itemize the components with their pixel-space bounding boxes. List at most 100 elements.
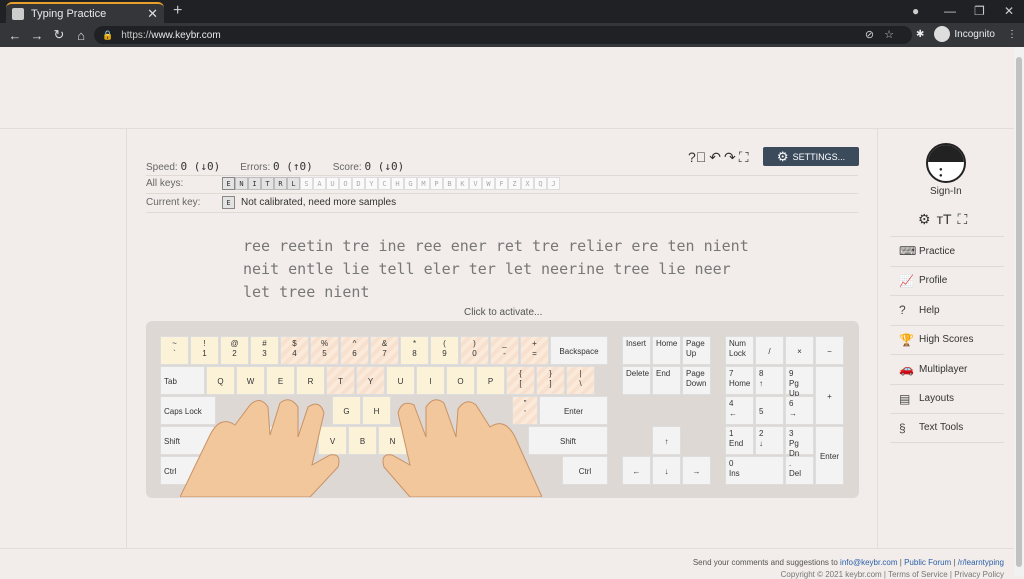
privacy-link[interactable]: Privacy Policy bbox=[954, 570, 1004, 579]
key-8[interactable]: * 8 bbox=[400, 336, 429, 365]
extensions-icon[interactable]: ✱ bbox=[916, 29, 924, 40]
key-num-7[interactable]: 7 Home bbox=[725, 366, 754, 395]
key-num-multiply[interactable]: × bbox=[785, 336, 814, 365]
forum-link[interactable]: Public Forum bbox=[904, 558, 951, 567]
key-num-8[interactable]: 8 ↑ bbox=[755, 366, 784, 395]
key-num-6[interactable]: 6 → bbox=[785, 396, 814, 425]
key-e[interactable]: E bbox=[266, 366, 295, 395]
menu-icon[interactable]: ⋮ bbox=[1007, 29, 1017, 40]
key-9[interactable]: (9 bbox=[430, 336, 459, 365]
key-arrow-down[interactable]: ↓ bbox=[652, 456, 681, 485]
browser-tab[interactable]: Typing Practice ✕ bbox=[6, 2, 164, 23]
avatar[interactable]: ● ● bbox=[926, 143, 966, 183]
key-num-5[interactable]: 5 bbox=[755, 396, 784, 425]
key-u[interactable]: U bbox=[386, 366, 415, 395]
key-7[interactable]: & 7 bbox=[370, 336, 399, 365]
key-nav[interactable]: Page Up bbox=[682, 336, 711, 365]
help-icon[interactable]: ?⃝ bbox=[688, 149, 706, 166]
key-0[interactable]: ) 0 bbox=[460, 336, 489, 365]
sidebar-item-multiplayer[interactable]: 🚗 Multiplayer bbox=[890, 354, 1004, 384]
key-num-1[interactable]: 1 End bbox=[725, 426, 754, 455]
sidebar-item-layouts[interactable]: ▤ Layouts bbox=[890, 383, 1004, 414]
key-backspace[interactable]: Backspace bbox=[550, 336, 608, 365]
sign-in-link[interactable]: Sign-In bbox=[930, 186, 962, 197]
fullscreen-icon[interactable]: ⛶ bbox=[739, 149, 749, 166]
key--[interactable]: _ - bbox=[490, 336, 519, 365]
scrollbar[interactable] bbox=[1014, 47, 1024, 576]
key-num-0[interactable]: 0 Ins bbox=[725, 456, 784, 485]
email-link[interactable]: info@keybr.com bbox=[840, 558, 897, 567]
key-6[interactable]: ^ 6 bbox=[340, 336, 369, 365]
key-q[interactable]: Q bbox=[206, 366, 235, 395]
key-o[interactable]: O bbox=[446, 366, 475, 395]
gear-icon[interactable]: ⚙ bbox=[918, 211, 931, 228]
minimize-icon[interactable]: — bbox=[944, 4, 956, 18]
key-2[interactable]: @2 bbox=[220, 336, 249, 365]
key-num-plus[interactable]: + bbox=[815, 366, 844, 425]
key-nav[interactable]: Page Down bbox=[682, 366, 711, 395]
home-icon[interactable]: ⌂ bbox=[70, 28, 92, 43]
key-`[interactable]: ~ ` bbox=[160, 336, 189, 365]
key-nav[interactable]: Delete bbox=[622, 366, 651, 395]
forward-icon[interactable]: → bbox=[26, 28, 48, 43]
key-nav[interactable]: End bbox=[652, 366, 681, 395]
reload-icon[interactable]: ↻ bbox=[48, 27, 70, 43]
key-ctrl-right[interactable]: Ctrl bbox=[562, 456, 608, 485]
key-5[interactable]: % 5 bbox=[310, 336, 339, 365]
key-tab[interactable]: Tab bbox=[160, 366, 205, 395]
close-tab-icon[interactable]: ✕ bbox=[147, 6, 158, 22]
key-nav[interactable]: Home bbox=[652, 336, 681, 365]
terms-link[interactable]: Terms of Service bbox=[888, 570, 948, 579]
key-=[interactable]: + = bbox=[520, 336, 549, 365]
key-p[interactable]: P bbox=[476, 366, 505, 395]
redo-icon[interactable]: ↷ bbox=[724, 149, 736, 166]
key-enter[interactable]: Enter bbox=[539, 396, 608, 425]
key-r[interactable]: R bbox=[296, 366, 325, 395]
key-3[interactable]: #3 bbox=[250, 336, 279, 365]
address-bar[interactable]: 🔒 https://www.keybr.com ⊘☆ bbox=[94, 26, 912, 44]
key-arrow-up[interactable]: ↑ bbox=[652, 426, 681, 455]
key-num-lock[interactable]: Num Lock bbox=[725, 336, 754, 365]
settings-button[interactable]: ⚙ SETTINGS... bbox=[763, 147, 859, 166]
close-window-icon[interactable]: ✕ bbox=[1004, 4, 1014, 18]
key-y[interactable]: Y bbox=[356, 366, 385, 395]
key-arrow-left[interactable]: ← bbox=[622, 456, 651, 485]
key-num-minus[interactable]: − bbox=[815, 336, 844, 365]
key-num-dot[interactable]: . Del bbox=[785, 456, 814, 485]
tab-search-icon[interactable]: ● bbox=[912, 4, 919, 18]
sidebar-item-text-tools[interactable]: § Text Tools bbox=[890, 413, 1004, 443]
scrollbar-thumb[interactable] bbox=[1016, 57, 1022, 567]
key-arrow-right[interactable]: → bbox=[682, 456, 711, 485]
tracking-icon[interactable]: ⊘ bbox=[865, 29, 884, 41]
fullscreen-icon[interactable]: ⛶ bbox=[958, 211, 968, 228]
sidebar-item-high-scores[interactable]: 🏆 High Scores bbox=[890, 324, 1004, 355]
undo-icon[interactable]: ↶ bbox=[709, 149, 721, 166]
sidebar-item-profile[interactable]: 📈 Profile bbox=[890, 265, 1004, 296]
back-icon[interactable]: ← bbox=[4, 28, 26, 43]
activate-hint[interactable]: Click to activate... bbox=[464, 307, 542, 318]
key-num-slash[interactable]: / bbox=[755, 336, 784, 365]
key-sym[interactable]: }] bbox=[536, 366, 565, 395]
key-num-3[interactable]: 3 Pg Dn bbox=[785, 426, 814, 458]
key-nav[interactable]: Insert bbox=[622, 336, 651, 365]
key-num-enter[interactable]: Enter bbox=[815, 426, 844, 485]
font-size-icon[interactable]: ᴛT bbox=[937, 211, 952, 228]
key-1[interactable]: ! 1 bbox=[190, 336, 219, 365]
maximize-icon[interactable]: ❐ bbox=[974, 4, 985, 18]
star-icon[interactable]: ☆ bbox=[884, 29, 904, 41]
incognito-avatar-icon[interactable] bbox=[934, 26, 951, 42]
key-i[interactable]: I bbox=[416, 366, 445, 395]
sidebar-item-help[interactable]: ? Help bbox=[890, 295, 1004, 325]
key-t[interactable]: T bbox=[326, 366, 355, 395]
key-num-9[interactable]: 9 Pg Up bbox=[785, 366, 814, 398]
subreddit-link[interactable]: /r/learntyping bbox=[958, 558, 1004, 567]
sidebar-item-practice[interactable]: ⌨ Practice bbox=[890, 236, 1004, 266]
key-num-4[interactable]: 4 ← bbox=[725, 396, 754, 425]
practice-text[interactable]: ree reetin tre ine ree ener ret tre reli… bbox=[243, 235, 803, 304]
key-w[interactable]: W bbox=[236, 366, 265, 395]
key-sym[interactable]: {[ bbox=[506, 366, 535, 395]
key-sym[interactable]: | \ bbox=[566, 366, 595, 395]
new-tab-icon[interactable]: + bbox=[173, 2, 182, 20]
key-4[interactable]: $4 bbox=[280, 336, 309, 365]
key-num-2[interactable]: 2 ↓ bbox=[755, 426, 784, 455]
